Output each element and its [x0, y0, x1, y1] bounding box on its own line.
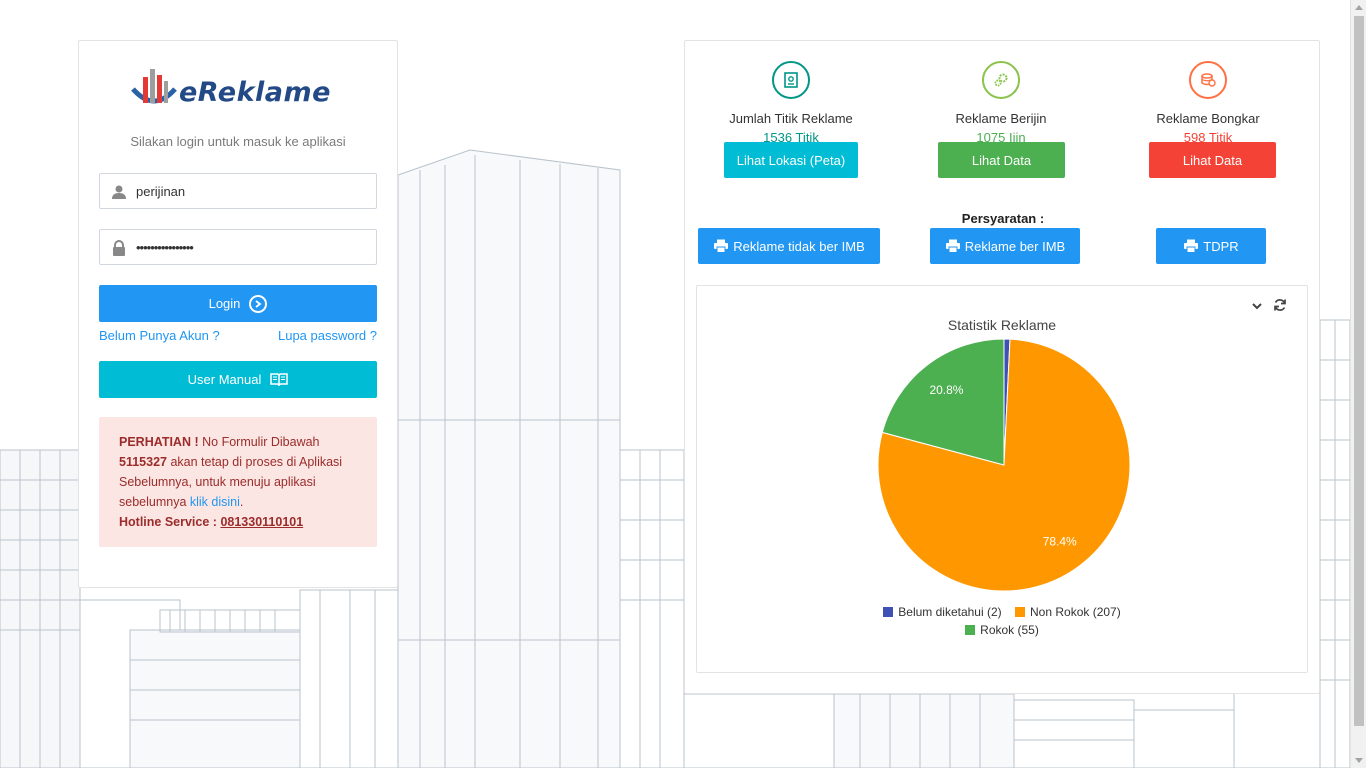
legend-label: Rokok (55) [980, 623, 1039, 637]
view-dismantled-data-button[interactable]: Lihat Data [1149, 142, 1276, 178]
legend-label: Non Rokok (207) [1030, 605, 1121, 619]
username-field[interactable] [99, 173, 377, 209]
stat-dismantled: Reklame Bongkar 598 Titik [1108, 61, 1308, 145]
scrollbar-thumb[interactable] [1354, 16, 1364, 726]
legend-item-non-rokok[interactable]: Non Rokok (207) [1015, 605, 1121, 619]
login-button-label: Login [208, 296, 241, 311]
user-icon [112, 185, 126, 199]
requirements-label: Persyaratan : [961, 211, 1045, 226]
print-no-imb-button[interactable]: Reklame tidak ber IMB [698, 228, 880, 264]
logo-mark-icon [131, 69, 177, 104]
statistics-chart-box: Statistik Reklame 78.4% 20.8% Belum diket… [696, 285, 1308, 673]
stat-label: Reklame Berijin [955, 111, 1047, 126]
print-no-imb-label: Reklame tidak ber IMB [733, 238, 865, 254]
pie-slice-label-1: 78.4% [1043, 534, 1077, 548]
hotline-number[interactable]: 081330110101 [220, 515, 303, 529]
scroll-up-arrow-icon[interactable] [1355, 5, 1363, 10]
register-link[interactable]: Belum Punya Akun ? [99, 328, 220, 343]
print-tdpr-button[interactable]: TDPR [1156, 228, 1266, 264]
page-scrollbar[interactable] [1350, 0, 1366, 768]
username-input[interactable] [136, 181, 366, 201]
legend-swatch [965, 625, 976, 635]
print-imb-button[interactable]: Reklame ber IMB [930, 228, 1080, 264]
chart-legend-row-2: Rokok (55) [697, 623, 1307, 637]
printer-icon [1184, 239, 1199, 253]
stat-label: Jumlah Titik Reklame [729, 111, 853, 126]
lock-icon [113, 240, 125, 256]
notice-click-here-link[interactable]: klik disini [190, 495, 240, 509]
pie-slice-label-2: 20.8% [929, 383, 963, 397]
legend-item-rokok[interactable]: Rokok (55) [965, 623, 1039, 637]
legend-swatch [1015, 607, 1025, 617]
hotline-label: Hotline Service : [119, 515, 221, 529]
notice-attention: PERHATIAN ! [119, 435, 199, 449]
legend-label: Belum diketahui (2) [898, 605, 1002, 619]
info-panel: Jumlah Titik Reklame 1536 Titik Reklame … [684, 40, 1320, 694]
print-imb-label: Reklame ber IMB [964, 238, 1066, 254]
coins-icon [1189, 61, 1227, 99]
attention-notice: PERHATIAN ! No Formulir Dibawah 5115327 … [99, 417, 377, 547]
forgot-password-link[interactable]: Lupa password ? [278, 328, 377, 343]
login-panel: eReklame Silakan login untuk masuk ke ap… [78, 40, 398, 588]
chart-tools [1251, 298, 1291, 314]
legend-item-unknown[interactable]: Belum diketahui (2) [883, 605, 1002, 619]
notice-text-1: No Formulir Dibawah [198, 435, 320, 449]
chart-legend-row-1: Belum diketahui (2) Non Rokok (207) [697, 605, 1307, 619]
password-input[interactable] [136, 237, 366, 257]
stat-label: Reklame Bongkar [1156, 111, 1260, 126]
logo-text: eReklame [179, 77, 331, 108]
view-map-button[interactable]: Lihat Lokasi (Peta) [724, 142, 858, 178]
view-licensed-data-button[interactable]: Lihat Data [938, 142, 1065, 178]
login-subtitle: Silakan login untuk masuk ke aplikasi [130, 134, 346, 149]
gears-icon [982, 61, 1020, 99]
notice-text-3: . [239, 495, 244, 509]
book-icon [270, 372, 289, 386]
refresh-icon[interactable] [1273, 298, 1287, 312]
chart-title: Statistik Reklame [947, 317, 1057, 333]
collapse-chevron-icon[interactable] [1251, 301, 1263, 311]
notice-form-number: 5115327 [119, 455, 167, 469]
stat-total-points: Jumlah Titik Reklame 1536 Titik [691, 61, 891, 145]
arrow-right-circle-icon [249, 294, 268, 313]
app-logo: eReklame [129, 65, 349, 115]
login-button[interactable]: Login [99, 285, 377, 322]
printer-icon [945, 239, 960, 253]
pie-chart: 78.4% 20.8% [877, 338, 1131, 592]
printer-icon [714, 239, 729, 253]
document-badge-icon [772, 61, 810, 99]
scroll-down-arrow-icon[interactable] [1355, 758, 1363, 763]
legend-swatch [883, 607, 894, 617]
stat-licensed: Reklame Berijin 1075 Ijin [901, 61, 1101, 145]
print-tdpr-label: TDPR [1203, 238, 1239, 254]
password-field[interactable] [99, 229, 377, 265]
user-manual-label: User Manual [187, 372, 262, 387]
user-manual-button[interactable]: User Manual [99, 361, 377, 398]
